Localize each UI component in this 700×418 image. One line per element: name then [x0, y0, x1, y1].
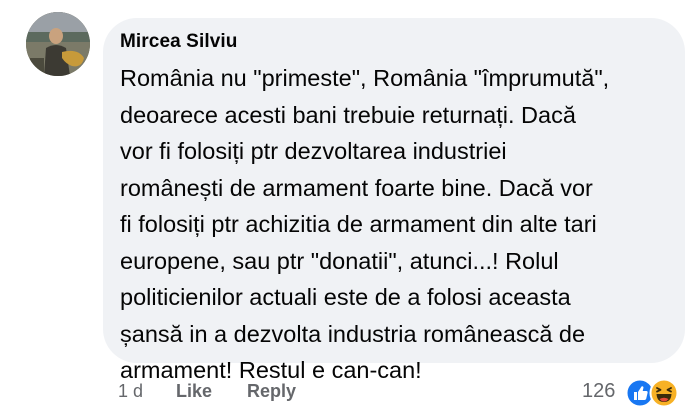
- reaction-count[interactable]: 126: [582, 380, 615, 403]
- like-button[interactable]: Like: [176, 381, 212, 402]
- comment-text-line: șansă in a dezvolta industria românească…: [120, 320, 586, 347]
- comment-text-line: România nu "primeste", România "împrumut…: [120, 65, 610, 91]
- comment-timestamp[interactable]: 1 d: [118, 381, 143, 402]
- comment-text-line: românești de armament foarte bine. Dacă …: [120, 174, 593, 201]
- comment-text: România nu "primeste", România "împrumut…: [120, 60, 680, 389]
- reaction-icons[interactable]: [625, 378, 685, 408]
- comment-text-line: vor fi folosiți ptr dezvoltarea industri…: [120, 138, 507, 164]
- haha-icon: [649, 378, 679, 408]
- comment-text-line: deoarece acesti bani trebuie returnați. …: [120, 101, 576, 128]
- avatar-photo: [26, 12, 90, 76]
- reply-button[interactable]: Reply: [247, 381, 296, 402]
- comment-text-line: politicienilor actuali este de a folosi …: [120, 284, 571, 310]
- comment-author-name[interactable]: Mircea Silviu: [120, 31, 237, 53]
- comment-text-line: fi folosiți ptr achizitia de armament di…: [120, 211, 597, 237]
- comment-text-line: europene, sau ptr "donatii", atunci...! …: [120, 247, 559, 274]
- comment-actions: 1 d Like Reply 126: [0, 378, 700, 408]
- avatar[interactable]: [26, 12, 90, 76]
- comment-screen: { "comment": { "author": "Mircea Silviu"…: [0, 0, 700, 418]
